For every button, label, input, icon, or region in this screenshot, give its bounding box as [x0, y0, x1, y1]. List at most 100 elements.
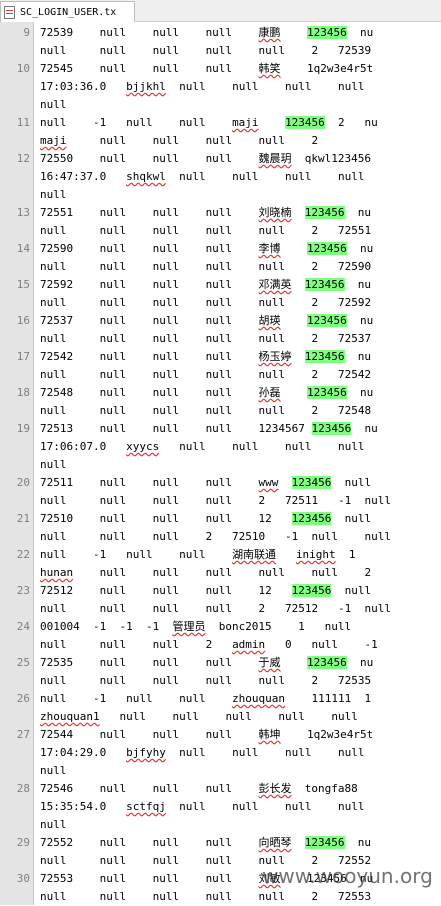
spellcheck-word: 魏晨玥 — [258, 152, 292, 165]
line-text: null null null null null 2 72592 — [40, 294, 371, 312]
line-text: 72513 null null null 1234567 123456 nu — [40, 420, 378, 438]
line-number: 10 — [16, 62, 30, 75]
text-segment: tongfa88 — [291, 782, 358, 795]
search-highlight: 123456 — [304, 206, 345, 219]
editor-line: 29 72552 null null null 向晒琴 123456 nu — [0, 834, 441, 852]
text-segment: 17:06:07.0 — [40, 440, 127, 453]
search-highlight: 123456 — [291, 512, 332, 525]
line-number: 9 — [23, 26, 30, 39]
line-text: 72546 null null null 彭长发 tongfa88 — [40, 780, 358, 798]
text-segment: null null null 2 — [40, 638, 233, 651]
text-segment: null — [40, 188, 67, 201]
line-text: null null null null null 2 72548 — [40, 402, 371, 420]
file-tab[interactable]: SC_LOGIN_USER.tx — [0, 1, 135, 22]
line-text: null — [40, 456, 67, 474]
editor-line: 15:35:54.0 sctfqj null null null null — [0, 798, 441, 816]
text-segment: null null null null 2 — [66, 134, 319, 147]
line-number: 22 — [16, 548, 30, 561]
text-segment: 1 — [335, 548, 356, 561]
spellcheck-word: zhouquan — [232, 692, 286, 705]
line-number: 20 — [16, 476, 30, 489]
editor-line: 28 72546 null null null 彭长发 tongfa88 — [0, 780, 441, 798]
file-tab-bar: SC_LOGIN_USER.tx — [0, 0, 441, 22]
line-text: null null null null 2 72511 -1 null — [40, 492, 391, 510]
editor-line: null — [0, 96, 441, 114]
spellcheck-word: 杨玉婷 — [258, 350, 292, 363]
line-text: 72512 null null null 12 123456 null — [40, 582, 371, 600]
text-segment: 72553 null null null — [40, 872, 259, 885]
text-segment: 2 nu — [324, 116, 378, 129]
line-number: 25 — [16, 656, 30, 669]
spellcheck-word: admin — [232, 638, 266, 651]
line-text: 72550 null null null 魏晨玥 qkwl123456 — [40, 150, 371, 168]
line-text: null -1 null null zhouquan 111111 1 — [40, 690, 371, 708]
text-segment: 001004 -1 -1 -1 — [40, 620, 173, 633]
editor-line: 16:47:37.0 shqkwl null null null null — [0, 168, 441, 186]
text-segment: null null null null — [165, 80, 365, 93]
text-segment: 72552 null null null — [40, 836, 259, 849]
search-highlight: 123456 — [307, 314, 347, 327]
line-number: 19 — [16, 422, 30, 435]
text-segment: nu — [346, 656, 374, 669]
text-segment: null null null null null 2 — [73, 566, 372, 579]
spellcheck-word: 孙磊 — [258, 386, 281, 399]
text-segment: 72539 null null null — [40, 26, 259, 39]
text-segment: 72546 null null null — [40, 782, 259, 795]
editor-text-area[interactable]: 9 72539 null null null 康鹏 123456 nu null n… — [0, 24, 441, 906]
text-segment: nu — [346, 26, 374, 39]
editor-line: null null null null null 2 72535 — [0, 672, 441, 690]
line-text: 72544 null null null 韩坤 1q2w3e4r5t — [40, 726, 373, 744]
line-text: null null null null null 2 72553 — [40, 888, 371, 906]
line-text: null -1 null null maji 123456 2 nu — [40, 114, 378, 132]
line-text: null — [40, 816, 67, 834]
editor-line: null null null null null 2 72542 — [0, 366, 441, 384]
spellcheck-word: 向晒琴 — [258, 836, 292, 849]
search-highlight: 123456 — [311, 422, 352, 435]
editor-line: 13 72551 null null null 刘晓楠 123456 nu — [0, 204, 441, 222]
line-number: 15 — [16, 278, 30, 291]
text-segment: null null null null null — [99, 710, 358, 723]
line-text: 72590 null null null 李博 123456 nu — [40, 240, 373, 258]
spellcheck-word: xyycs — [126, 440, 160, 453]
line-number: 16 — [16, 314, 30, 327]
line-text: 72551 null null null 刘晓楠 123456 nu — [40, 204, 371, 222]
text-segment: 72537 null null null — [40, 314, 259, 327]
text-segment: null null null null null 2 72535 — [40, 674, 372, 687]
spellcheck-word: 韩坤 — [258, 728, 281, 741]
line-text: null null null null null 2 72590 — [40, 258, 371, 276]
spellcheck-word: 刘晓楠 — [258, 206, 292, 219]
line-number: 18 — [16, 386, 30, 399]
line-text: 16:47:37.0 shqkwl null null null null — [40, 168, 365, 186]
editor-line: null null null null null 2 72537 — [0, 330, 441, 348]
line-text: maji null null null null 2 — [40, 132, 318, 150]
line-text: null null null 2 admin 0 null -1 — [40, 636, 378, 654]
line-text: null — [40, 96, 67, 114]
line-text: 001004 -1 -1 -1 管理员 bonc2015 1 null — [40, 618, 351, 636]
editor-line: null null null null null 2 72590 — [0, 258, 441, 276]
editor-line: 22 null -1 null null 湖南联通 inight 1 — [0, 546, 441, 564]
spellcheck-word: 于威 — [258, 656, 281, 669]
text-segment: null — [331, 476, 372, 489]
text-segment: null null null null null 2 72592 — [40, 296, 372, 309]
editor-line: maji null null null null 2 — [0, 132, 441, 150]
search-highlight: 123456 — [285, 116, 325, 129]
text-segment — [281, 656, 308, 669]
editor-line: 20 72511 null null null www 123456 null — [0, 474, 441, 492]
line-number: 26 — [16, 692, 30, 705]
text-segment: 72551 null null null — [40, 206, 259, 219]
text-segment: nu — [344, 836, 372, 849]
line-text: 17:04:29.0 bjfyhy null null null null — [40, 744, 365, 762]
text-segment: nu — [344, 206, 372, 219]
line-text: 72552 null null null 向晒琴 123456 nu — [40, 834, 371, 852]
editor-line: null null null null 2 72512 -1 null — [0, 600, 441, 618]
line-number: 21 — [16, 512, 30, 525]
editor-line: 26 null -1 null null zhouquan 111111 1 — [0, 690, 441, 708]
editor-line: 16 72537 null null null 胡瑛 123456 nu — [0, 312, 441, 330]
spellcheck-word: bjfyhy — [126, 746, 166, 759]
spellcheck-word: hunan — [40, 566, 74, 579]
spellcheck-word: maji — [232, 116, 259, 129]
text-segment: 72542 null null null — [40, 350, 259, 363]
editor-line: 21 72510 null null null 12 123456 null — [0, 510, 441, 528]
line-number: 30 — [16, 872, 30, 885]
line-text: 17:03:36.0 bjjkhl null null null null — [40, 78, 365, 96]
